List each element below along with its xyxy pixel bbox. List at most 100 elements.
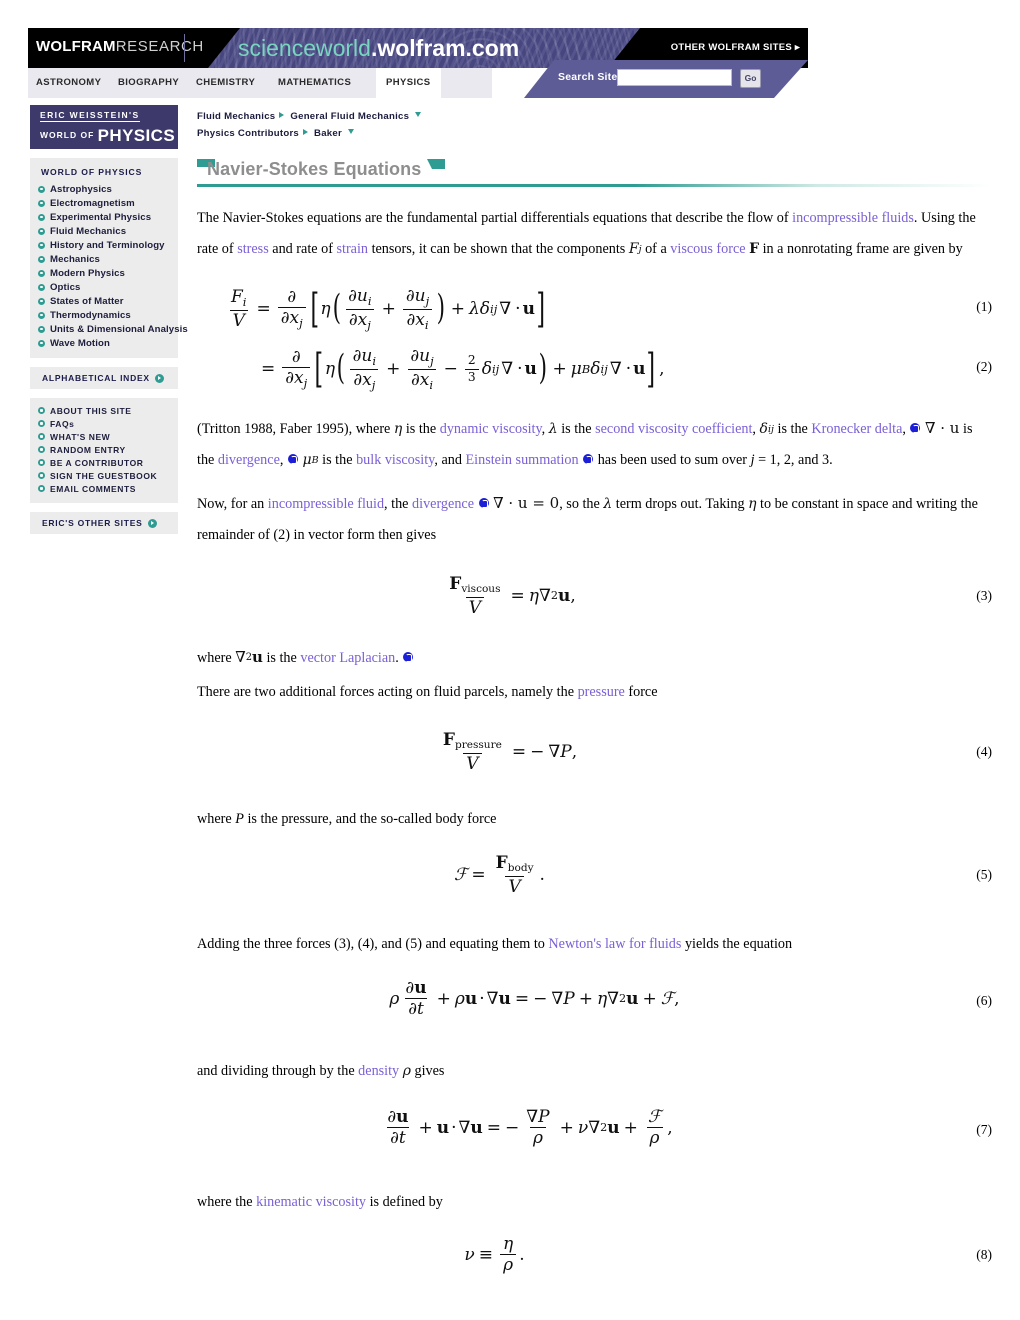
main-content: Fluid Mechanics General Fluid Mechanics P… [197,108,992,1287]
logo-light-text: RESEARCH [115,38,204,55]
link-dynamic-viscosity[interactable]: dynamic viscosity [440,421,542,437]
breadcrumb: Fluid Mechanics General Fluid Mechanics P… [197,108,992,142]
breadcrumb-general-fluid-mechanics[interactable]: General Fluid Mechanics [290,111,409,122]
sidebar-item-email-comments[interactable]: EMAIL COMMENTS [30,482,178,495]
sidebar-item-modern-physics[interactable]: Modern Physics [30,266,178,280]
link-divergence-2[interactable]: divergence [412,496,474,512]
tab-physics[interactable]: PHYSICS [376,68,441,98]
p2-text-e: , [752,421,760,437]
search-area: Search Site Go [524,60,808,112]
banner-physics-text: PHYSICS [97,126,176,145]
search-go-button[interactable]: Go [740,69,761,88]
p1-text-e: of a [641,241,671,257]
link-newtons-law-for-fluids[interactable]: Newton's law for fluids [548,936,681,952]
bullet-icon [38,325,45,333]
sidebar-item-wave-motion[interactable]: Wave Motion [30,336,178,350]
link-incompressible-fluid[interactable]: incompressible fluid [268,496,384,512]
breadcrumb-fluid-mechanics[interactable]: Fluid Mechanics [197,111,275,122]
equation-8-number: (8) [976,1247,992,1262]
link-incompressible-fluids[interactable]: incompressible fluids [792,210,914,226]
tab-biography[interactable]: BIOGRAPHY [118,68,179,98]
breadcrumb-physics-contributors[interactable]: Physics Contributors [197,128,299,139]
equation-6-row: ρ ∂u ∂t + ρ u · ∇ u = − ∇ P + η ∇ 2 u + ℱ, (6) [197,965,992,1037]
sidebar-item-electromagnetism[interactable]: Electromagnetism [30,196,178,210]
sidebar-item-label: Units & Dimensional Analysis [50,323,188,335]
search-corner-patch [764,98,808,112]
equation-3-number: (3) [976,588,992,603]
tab-chemistry[interactable]: CHEMISTRY [196,68,255,98]
search-input[interactable] [617,69,732,86]
bullet-icon [38,199,45,207]
sidebar-item-whats-new[interactable]: WHAT'S NEW [30,430,178,443]
link-pressure[interactable]: pressure [578,684,625,700]
p2-text-l: has been used to sum over [594,452,751,468]
inline-math-F-bold: F [749,241,760,257]
p5-text-a: There are two additional forces acting o… [197,684,578,700]
notebook-icon[interactable] [583,454,594,464]
sidebar-item-random-entry[interactable]: RANDOM ENTRY [30,443,178,456]
arrow-right-icon [147,518,157,528]
p1-text-d: tensors, it can be shown that the compon… [368,241,629,257]
tab-astronomy[interactable]: ASTRONOMY [36,68,101,98]
eric-weissteins-world-of-physics-banner[interactable]: ERIC WEISSTEIN'S WORLD OF PHYSICS [30,105,178,149]
sidebar-item-units-and-dimensional-analysis[interactable]: Units & Dimensional Analysis [30,322,188,336]
equation-7-number: (7) [976,1122,992,1137]
sidebar-item-experimental-physics[interactable]: Experimental Physics [30,210,178,224]
notebook-icon[interactable] [287,454,298,464]
sidebar-item-history-and-terminology[interactable]: History and Terminology [30,238,178,252]
sidebar-item-label: BE A CONTRIBUTOR [50,457,144,468]
sidebar-item-sign-the-guestbook[interactable]: SIGN THE GUESTBOOK [30,469,178,482]
wolfram-research-logo[interactable]: WOLFRAMRESEARCH [36,38,204,55]
erics-other-sites-label: ERIC'S OTHER SITES [42,518,143,528]
p6-text-a: where [197,811,236,827]
link-viscous-force[interactable]: viscous force [670,241,745,257]
notebook-icon[interactable] [403,652,414,662]
site-header: WOLFRAMRESEARCH scienceworld.wolfram.com… [28,28,808,112]
link-bulk-viscosity[interactable]: bulk viscosity [356,452,434,468]
banner-world-of-text: WORLD OF [40,130,95,140]
math-mu-B: μB [303,445,319,476]
site-links-box: ABOUT THIS SITE FAQs WHAT'S NEW RANDOM E… [30,398,178,503]
alphabetical-index-button[interactable]: ALPHABETICAL INDEX [30,367,178,389]
equation-8-row: ν ≡ ηρ. (8) [197,1223,992,1287]
other-wolfram-sites-link[interactable]: OTHER WOLFRAM SITES ▸ [671,42,800,53]
sidebar-item-astrophysics[interactable]: Astrophysics [30,182,178,196]
notebook-icon[interactable] [910,423,921,433]
p2-text-f: is the [773,421,812,437]
equation-4: Fpressure V = − ∇ P, [442,730,578,774]
bullet-icon [38,255,45,263]
link-density[interactable]: density [358,1063,399,1079]
link-vector-laplacian[interactable]: vector Laplacian [300,650,395,666]
site-title[interactable]: scienceworld.wolfram.com [238,35,519,62]
link-second-viscosity-coefficient[interactable]: second viscosity coefficient [595,421,752,437]
sidebar-item-states-of-matter[interactable]: States of Matter [30,294,178,308]
link-kinematic-viscosity[interactable]: kinematic viscosity [256,1194,366,1210]
bullet-icon [38,213,45,221]
sidebar-item-be-a-contributor[interactable]: BE A CONTRIBUTOR [30,456,178,469]
sidebar-item-optics[interactable]: Optics [30,280,178,294]
arrow-right-icon [154,373,164,383]
sidebar-item-mechanics[interactable]: Mechanics [30,252,178,266]
sidebar-item-label: Astrophysics [50,183,112,195]
sidebar-item-thermodynamics[interactable]: Thermodynamics [30,308,178,322]
erics-other-sites-button[interactable]: ERIC'S OTHER SITES [30,512,178,534]
link-divergence[interactable]: divergence [218,452,280,468]
link-einstein-summation[interactable]: Einstein summation [466,452,579,468]
sidebar-item-label: WHAT'S NEW [50,431,111,442]
notebook-icon[interactable] [478,498,489,508]
link-strain[interactable]: strain [336,241,368,257]
inline-math-Fj: Fj [629,234,642,265]
paragraph-incompressible: Now, for an incompressible fluid, the di… [197,488,992,551]
alphabetical-index-label: ALPHABETICAL INDEX [42,373,150,383]
link-stress[interactable]: stress [237,241,269,257]
sidebar-item-label: Experimental Physics [50,211,152,223]
equation-1-row: Fi V = ∂ ∂xj [ η ( ∂ui ∂xj + ∂uj ∂xi ) + λδ i… [197,279,992,335]
bullet-icon [38,241,45,249]
sidebar-item-faqs[interactable]: FAQs [30,417,178,430]
sidebar-item-about-this-site[interactable]: ABOUT THIS SITE [30,404,178,417]
breadcrumb-baker[interactable]: Baker [314,128,342,139]
sidebar-item-fluid-mechanics[interactable]: Fluid Mechanics [30,224,178,238]
tab-mathematics[interactable]: MATHEMATICS [278,68,351,98]
equation-8: ν ≡ ηρ. [464,1234,525,1276]
link-kronecker-delta[interactable]: Kronecker delta [811,421,902,437]
